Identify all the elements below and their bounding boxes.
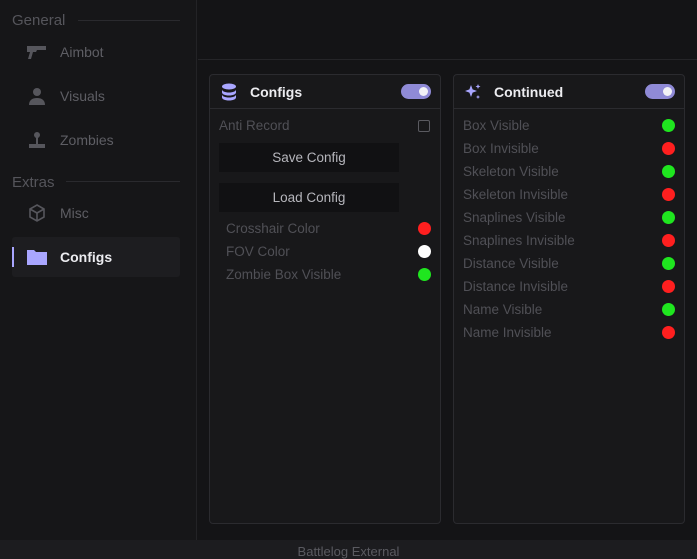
distance-invisible-label: Distance Invisible xyxy=(463,278,569,294)
zombie-box-visible-swatch[interactable] xyxy=(418,268,431,281)
sidebar-item-label: Aimbot xyxy=(60,44,104,60)
name-invisible-label: Name Invisible xyxy=(463,324,552,340)
crosshair-color-label: Crosshair Color xyxy=(226,220,320,236)
distance-invisible-swatch[interactable] xyxy=(662,280,675,293)
snaplines-visible-swatch[interactable] xyxy=(662,211,675,224)
sidebar-item-label: Visuals xyxy=(60,88,105,104)
sidebar-item-configs[interactable]: Configs xyxy=(12,237,180,277)
sidebar-item-visuals[interactable]: Visuals xyxy=(12,76,180,116)
pistol-icon xyxy=(26,41,48,63)
configs-panel: Configs Anti Record Save Config Load Con… xyxy=(209,74,441,524)
panel-title: Continued xyxy=(494,83,564,100)
skeleton-invisible-label: Skeleton Invisible xyxy=(463,186,569,202)
sidebar-item-label: Configs xyxy=(60,249,113,265)
anti-record-label: Anti Record xyxy=(219,117,290,133)
folder-icon xyxy=(26,246,48,268)
box-visible-label: Box Visible xyxy=(463,117,530,133)
box-visible-swatch[interactable] xyxy=(662,119,675,132)
anti-record-checkbox[interactable] xyxy=(418,120,430,132)
name-visible-swatch[interactable] xyxy=(662,303,675,316)
sidebar: General Aimbot Visuals Zombies Extras Mi… xyxy=(0,0,197,540)
footer-bar: Battlelog External xyxy=(0,540,697,559)
panel-title: Configs xyxy=(250,83,303,100)
sparkles-icon xyxy=(464,83,482,101)
box-invisible-label: Box Invisible xyxy=(463,140,539,156)
section-divider xyxy=(66,181,180,182)
footer-title: Battlelog External xyxy=(297,544,400,559)
skeleton-visible-label: Skeleton Visible xyxy=(463,163,559,179)
save-config-button[interactable]: Save Config xyxy=(219,143,399,172)
snaplines-invisible-label: Snaplines Invisible xyxy=(463,232,575,248)
sidebar-item-label: Zombies xyxy=(60,132,114,148)
cube-icon xyxy=(26,202,48,224)
section-divider xyxy=(78,20,180,21)
name-visible-label: Name Visible xyxy=(463,301,543,317)
top-bar xyxy=(198,0,697,60)
continued-panel: Continued Box Visible Box Invisible Skel… xyxy=(453,74,685,524)
zombie-box-visible-label: Zombie Box Visible xyxy=(226,266,342,282)
panel-toggle[interactable] xyxy=(645,84,675,99)
sidebar-item-misc[interactable]: Misc xyxy=(12,193,180,233)
database-icon xyxy=(220,83,238,101)
skeleton-visible-swatch[interactable] xyxy=(662,165,675,178)
snaplines-visible-label: Snaplines Visible xyxy=(463,209,566,225)
panel-header: Continued xyxy=(454,75,684,109)
joystick-icon xyxy=(26,129,48,151)
box-invisible-swatch[interactable] xyxy=(662,142,675,155)
user-icon xyxy=(26,85,48,107)
snaplines-invisible-swatch[interactable] xyxy=(662,234,675,247)
section-title-general: General xyxy=(12,12,66,29)
panel-header: Configs xyxy=(210,75,440,109)
crosshair-color-swatch[interactable] xyxy=(418,222,431,235)
distance-visible-swatch[interactable] xyxy=(662,257,675,270)
load-config-button[interactable]: Load Config xyxy=(219,183,399,212)
distance-visible-label: Distance Visible xyxy=(463,255,559,271)
name-invisible-swatch[interactable] xyxy=(662,326,675,339)
section-title-extras: Extras xyxy=(12,174,55,191)
panel-toggle[interactable] xyxy=(401,84,431,99)
skeleton-invisible-swatch[interactable] xyxy=(662,188,675,201)
sidebar-item-zombies[interactable]: Zombies xyxy=(12,120,180,160)
fov-color-label: FOV Color xyxy=(226,243,290,259)
fov-color-swatch[interactable] xyxy=(418,245,431,258)
sidebar-item-aimbot[interactable]: Aimbot xyxy=(12,32,180,72)
sidebar-item-label: Misc xyxy=(60,205,89,221)
